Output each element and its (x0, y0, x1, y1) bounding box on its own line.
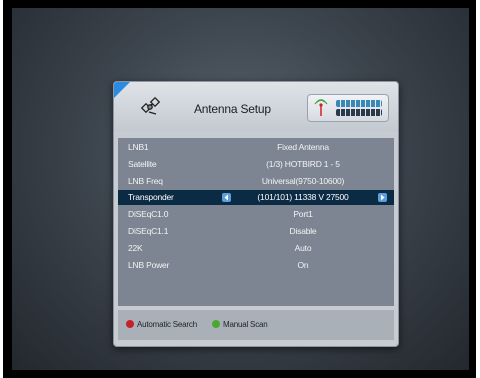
row-22k[interactable]: 22K Auto (118, 241, 394, 256)
manual-scan-button[interactable]: Manual Scan (212, 320, 268, 329)
satellite-icon (140, 96, 161, 115)
row-label: 22K (128, 243, 143, 253)
row-value: Port1 (293, 209, 313, 219)
row-label: LNB Freq (128, 176, 163, 186)
row-value: Fixed Antenna (277, 142, 329, 152)
row-value: Universal(9750-10600) (261, 176, 345, 186)
row-value: Auto (294, 243, 312, 253)
row-satellite[interactable]: Satellite (1/3) HOTBIRD 1 - 5 (118, 157, 394, 172)
antenna-setup-dialog: Antenna Setup LNB1 Fixed Antenna Satelli… (113, 81, 399, 347)
right-frame-edge (476, 0, 480, 378)
row-diseqc11[interactable]: DiSEqC1.1 Disable (118, 224, 394, 239)
row-label: DiSEqC1.1 (128, 226, 169, 236)
green-button-icon (212, 320, 220, 328)
dialog-footer: Automatic Search Manual Scan (118, 310, 394, 340)
row-lnb[interactable]: LNB1 Fixed Antenna (118, 140, 394, 155)
row-label: Transponder (128, 192, 174, 202)
corner-accent (114, 82, 130, 98)
red-button-icon (126, 320, 134, 328)
row-value: On (297, 260, 309, 270)
automatic-search-label: Automatic Search (137, 320, 197, 329)
row-label: LNB1 (128, 142, 149, 152)
arrow-right-icon[interactable] (378, 193, 387, 202)
dialog-title: Antenna Setup (194, 102, 271, 116)
row-label: Satellite (128, 159, 157, 169)
manual-scan-label: Manual Scan (223, 320, 268, 329)
tv-screen: Antenna Setup LNB1 Fixed Antenna Satelli… (12, 8, 469, 370)
row-value: (101/101) 11338 V 27500 (257, 192, 349, 202)
row-label: DiSEqC1.0 (128, 209, 169, 219)
row-lnb-power[interactable]: LNB Power On (118, 258, 394, 273)
row-lnb-freq[interactable]: LNB Freq Universal(9750-10600) (118, 174, 394, 189)
row-value: (1/3) HOTBIRD 1 - 5 (266, 159, 340, 169)
automatic-search-button[interactable]: Automatic Search (126, 320, 197, 329)
row-diseqc10[interactable]: DiSEqC1.0 Port1 (118, 207, 394, 222)
row-label: LNB Power (128, 260, 170, 270)
antenna-icon (314, 99, 328, 116)
dialog-header: Antenna Setup (114, 82, 398, 132)
signal-quality-bar (336, 109, 382, 116)
settings-list: LNB1 Fixed Antenna Satellite (1/3) HOTBI… (118, 138, 394, 306)
signal-strength-bar (336, 100, 382, 107)
row-value: Disable (289, 226, 317, 236)
signal-indicator (307, 94, 389, 122)
row-transponder[interactable]: Transponder (101/101) 11338 V 27500 (118, 190, 394, 205)
left-frame-edge (0, 0, 3, 378)
